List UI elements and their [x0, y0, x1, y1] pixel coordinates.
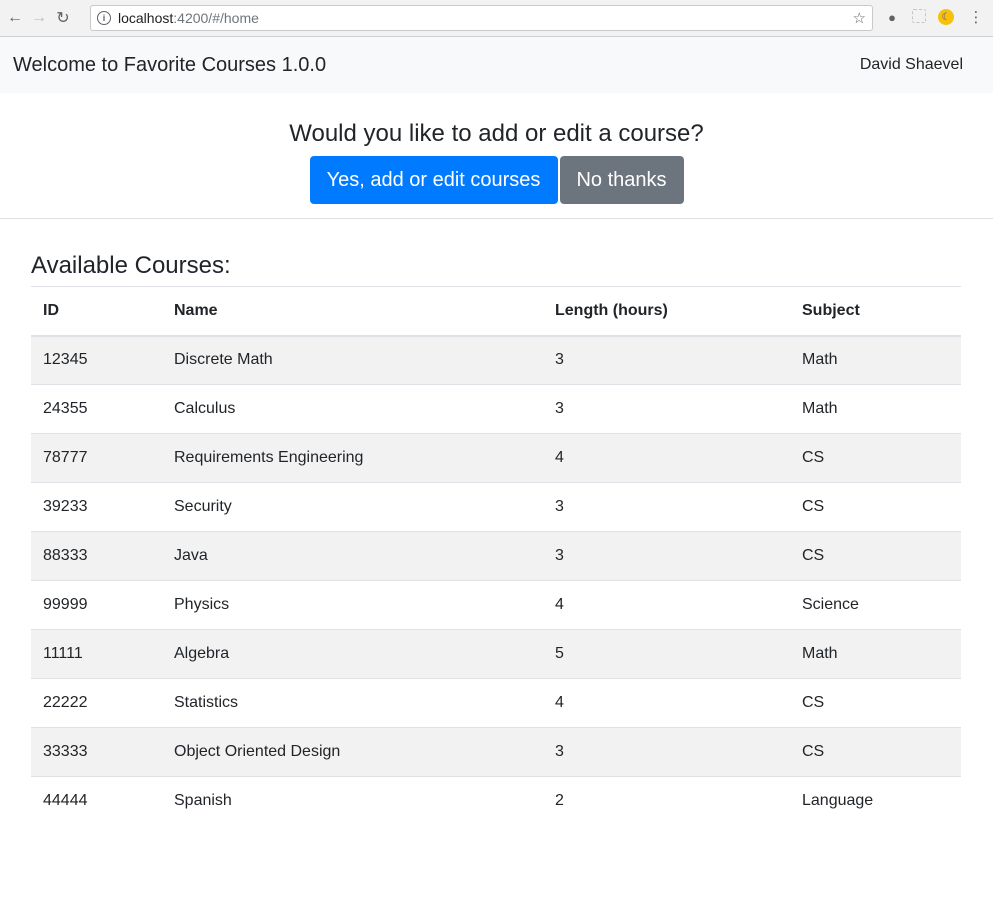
cell-length: 3 — [543, 384, 790, 434]
cell-length: 4 — [543, 433, 790, 483]
cell-id: 24355 — [31, 384, 162, 434]
cell-name: Spanish — [162, 776, 543, 826]
browser-menu-icon[interactable]: ⋮ — [968, 9, 984, 26]
url-path: :4200/#/home — [173, 10, 259, 26]
bookmark-star-icon[interactable]: ☆ — [853, 9, 866, 27]
table-row: 12345 Discrete Math 3 Math — [31, 335, 961, 385]
cell-name: Java — [162, 531, 543, 581]
cell-id: 11111 — [31, 629, 162, 679]
cell-name: Algebra — [162, 629, 543, 679]
table-row: 99999 Physics 4 Science — [31, 580, 961, 630]
url-host: localhost — [118, 10, 174, 26]
cell-name: Statistics — [162, 678, 543, 728]
cell-subject: Language — [790, 776, 961, 826]
cell-id: 88333 — [31, 531, 162, 581]
user-name: David Shaevel — [859, 56, 963, 73]
cell-subject: CS — [790, 678, 961, 728]
address-bar[interactable]: i localhost:4200/#/home ☆ — [90, 5, 873, 31]
prompt-question: Would you like to add or edit a course? — [289, 120, 704, 147]
cell-id: 33333 — [31, 727, 162, 777]
cell-subject: CS — [790, 531, 961, 581]
table-row: 22222 Statistics 4 CS — [31, 678, 961, 728]
table-row: 33333 Object Oriented Design 3 CS — [31, 727, 961, 777]
courses-heading: Available Courses: — [31, 252, 231, 279]
cell-length: 3 — [543, 727, 790, 777]
table-row: 11111 Algebra 5 Math — [31, 629, 961, 679]
cell-subject: CS — [790, 727, 961, 777]
cell-subject: Math — [790, 629, 961, 679]
cell-subject: Math — [802, 351, 838, 369]
table-row: 24355 Calculus 3 Math — [31, 384, 961, 434]
yes-add-edit-button[interactable]: Yes, add or edit courses — [309, 156, 558, 204]
cell-id: 78777 — [31, 433, 162, 483]
cell-subject: Math — [790, 384, 961, 434]
cell-length: 4 — [543, 580, 790, 630]
evernote-extension-icon[interactable]: ● — [884, 9, 900, 25]
browser-toolbar: ← → ↻ i localhost:4200/#/home ☆ ● ☾ ⋮ — [0, 0, 993, 37]
cell-name: Security — [162, 482, 543, 532]
cell-name: Calculus — [162, 384, 543, 434]
forward-arrow-icon[interactable]: → — [27, 6, 51, 30]
table-header-row: ID Name Length (hours) Subject — [31, 286, 961, 337]
cell-id: 22222 — [31, 678, 162, 728]
no-thanks-button[interactable]: No thanks — [559, 156, 684, 204]
cell-subject: CS — [790, 482, 961, 532]
edit-prompt: Would you like to add or edit a course? … — [0, 93, 993, 219]
cell-id: 39233 — [31, 482, 162, 532]
cell-id: 12345 — [43, 351, 88, 369]
table-row: 88333 Java 3 CS — [31, 531, 961, 581]
column-header-id: ID — [31, 286, 162, 337]
reload-icon[interactable]: ↻ — [51, 6, 75, 30]
column-header-subject: Subject — [790, 286, 961, 337]
table-row: 44444 Spanish 2 Language — [31, 776, 961, 826]
cell-name: Requirements Engineering — [162, 433, 543, 483]
courses-table: ID Name Length (hours) Subject 12345 Dis… — [31, 286, 961, 826]
cell-length: 3 — [543, 531, 790, 581]
cell-length: 3 — [543, 482, 790, 532]
cell-id: 99999 — [31, 580, 162, 630]
cell-length: 3 — [555, 351, 564, 369]
table-row: 78777 Requirements Engineering 4 CS — [31, 433, 961, 483]
info-icon[interactable]: i — [97, 11, 111, 25]
back-arrow-icon[interactable]: ← — [3, 6, 27, 30]
cell-length: 2 — [543, 776, 790, 826]
cell-length: 4 — [543, 678, 790, 728]
cell-subject: CS — [790, 433, 961, 483]
courses-section: Available Courses: ID Name Length (hours… — [0, 219, 993, 826]
extension-icon[interactable] — [912, 9, 926, 23]
cell-id: 44444 — [31, 776, 162, 826]
cell-name: Object Oriented Design — [162, 727, 543, 777]
column-header-name: Name — [162, 286, 543, 337]
navbar-brand[interactable]: Welcome to Favorite Courses 1.0.0 — [13, 54, 326, 77]
cell-subject: Science — [790, 580, 961, 630]
cell-name: Discrete Math — [174, 351, 273, 369]
cell-length: 5 — [543, 629, 790, 679]
app-navbar: Welcome to Favorite Courses 1.0.0 David … — [0, 37, 993, 93]
table-row: 39233 Security 3 CS — [31, 482, 961, 532]
moon-extension-icon[interactable]: ☾ — [938, 9, 954, 25]
column-header-length: Length (hours) — [543, 286, 790, 337]
cell-name: Physics — [162, 580, 543, 630]
